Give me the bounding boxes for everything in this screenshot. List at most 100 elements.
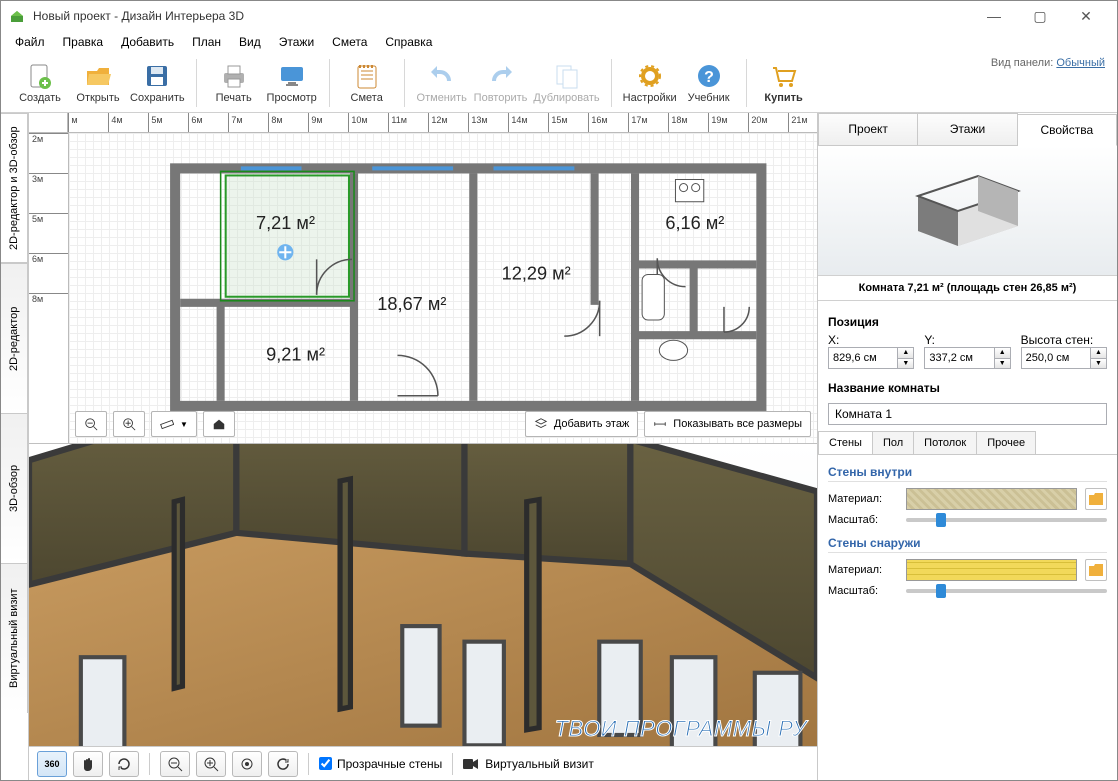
- monitor-icon: [277, 61, 307, 91]
- tab-floors[interactable]: Этажи: [918, 113, 1017, 145]
- home-button[interactable]: [203, 411, 235, 437]
- zoom-in-icon: [203, 756, 219, 772]
- svg-text:?: ?: [704, 69, 714, 86]
- menu-view[interactable]: Вид: [231, 33, 269, 51]
- print-button[interactable]: Печать: [207, 56, 261, 110]
- notepad-icon: [352, 61, 382, 91]
- show-dims-button[interactable]: Показывать все размеры: [644, 411, 811, 437]
- menu-help[interactable]: Справка: [377, 33, 440, 51]
- tutorial-button[interactable]: ?Учебник: [682, 56, 736, 110]
- rotate-icon: [116, 756, 132, 772]
- tab-properties[interactable]: Свойства: [1018, 114, 1117, 146]
- transparent-walls-checkbox[interactable]: Прозрачные стены: [319, 757, 442, 771]
- menubar: Файл Правка Добавить План Вид Этажи Смет…: [1, 31, 1117, 53]
- menu-estimate[interactable]: Смета: [324, 33, 375, 51]
- window-title: Новый проект - Дизайн Интерьера 3D: [33, 9, 971, 23]
- undo-icon: [427, 61, 457, 91]
- menu-floors[interactable]: Этажи: [271, 33, 322, 51]
- vtab-virtual[interactable]: Виртуальный визит: [1, 563, 28, 713]
- virtual-visit-button[interactable]: Виртуальный визит: [463, 757, 594, 771]
- pos-x-input[interactable]: [829, 348, 897, 368]
- minimize-button[interactable]: —: [971, 1, 1017, 31]
- maximize-button[interactable]: ▢: [1017, 1, 1063, 31]
- redo-button[interactable]: Повторить: [473, 56, 529, 110]
- ruler-horizontal: м4м5м6м7м8м9м10м11м12м13м14м15м16м17м18м…: [68, 113, 817, 133]
- outside-material-swatch[interactable]: [906, 559, 1077, 581]
- subtab-ceiling[interactable]: Потолок: [914, 431, 977, 454]
- menu-file[interactable]: Файл: [7, 33, 53, 51]
- home-icon: [212, 417, 226, 431]
- wall-height-input[interactable]: [1022, 348, 1090, 368]
- titlebar: Новый проект - Дизайн Интерьера 3D — ▢ ✕: [1, 1, 1117, 31]
- menu-edit[interactable]: Правка: [55, 33, 112, 51]
- undo-button[interactable]: Отменить: [415, 56, 469, 110]
- subtab-floor[interactable]: Пол: [873, 431, 914, 454]
- properties-panel: Проект Этажи Свойства Комната 7,21 м² (п…: [817, 113, 1117, 780]
- room-area-3: 12,29 м²: [502, 264, 571, 284]
- inside-scale-slider[interactable]: [906, 518, 1107, 522]
- hand-icon: [80, 756, 96, 772]
- open-button[interactable]: Открыть: [71, 56, 125, 110]
- zoom-in-button[interactable]: [113, 411, 145, 437]
- ruler-icon: [160, 417, 174, 431]
- settings-button[interactable]: Настройки: [622, 56, 678, 110]
- tab-project[interactable]: Проект: [818, 113, 918, 145]
- viewport-3d[interactable]: ТВОИ ПРОГРАММЫ РУ: [29, 443, 817, 746]
- save-button[interactable]: Сохранить: [129, 56, 186, 110]
- toolbar: Вид панели: Обычный Создать Открыть Сохр…: [1, 53, 1117, 113]
- room-area-1: 7,21 м²: [256, 213, 315, 233]
- zoom-out-button[interactable]: [75, 411, 107, 437]
- vtab-3d[interactable]: 3D-обзор: [1, 413, 28, 563]
- vtab-2d-3d[interactable]: 2D-редактор и 3D-обзор: [1, 113, 28, 263]
- position-heading: Позиция: [828, 315, 1107, 329]
- help-icon: ?: [694, 61, 724, 91]
- target-icon: [239, 756, 255, 772]
- subtab-other[interactable]: Прочее: [977, 431, 1036, 454]
- buy-button[interactable]: Купить: [757, 56, 811, 110]
- spin-up[interactable]: ▲: [898, 348, 913, 359]
- close-button[interactable]: ✕: [1063, 1, 1109, 31]
- zoom-in-3d-button[interactable]: [196, 751, 226, 777]
- zoom-out-3d-button[interactable]: [160, 751, 190, 777]
- room-name-input[interactable]: [828, 403, 1107, 425]
- orbit-360-button[interactable]: 360: [37, 751, 67, 777]
- folder-open-icon: [83, 61, 113, 91]
- outside-material-browse[interactable]: [1085, 559, 1107, 581]
- measure-button[interactable]: ▼: [151, 411, 197, 437]
- folder-icon: [1089, 564, 1103, 576]
- pan-button[interactable]: [73, 751, 103, 777]
- pos-y-input[interactable]: [925, 348, 993, 368]
- subtab-walls[interactable]: Стены: [818, 431, 873, 454]
- floppy-save-icon: [142, 61, 172, 91]
- inside-material-browse[interactable]: [1085, 488, 1107, 510]
- zoom-in-icon: [122, 417, 136, 431]
- duplicate-button[interactable]: Дублировать: [532, 56, 600, 110]
- room-name-heading: Название комнаты: [828, 381, 1107, 395]
- menu-plan[interactable]: План: [184, 33, 229, 51]
- outside-scale-slider[interactable]: [906, 589, 1107, 593]
- duplicate-icon: [552, 61, 582, 91]
- inside-material-swatch[interactable]: [906, 488, 1077, 510]
- add-floor-button[interactable]: Добавить этаж: [525, 411, 638, 437]
- room-area-2: 6,16 м²: [665, 213, 724, 233]
- zoom-out-icon: [84, 417, 98, 431]
- app-icon: [9, 8, 25, 24]
- gear-icon: [635, 61, 665, 91]
- room-summary: Комната 7,21 м² (площадь стен 26,85 м²): [818, 276, 1117, 301]
- orbit-button[interactable]: [109, 751, 139, 777]
- preview-button[interactable]: Просмотр: [265, 56, 319, 110]
- create-button[interactable]: Создать: [13, 56, 67, 110]
- panel-mode-hint: Вид панели: Обычный: [991, 57, 1105, 69]
- folder-icon: [1089, 493, 1103, 505]
- refresh-icon: [275, 756, 291, 772]
- estimate-button[interactable]: Смета: [340, 56, 394, 110]
- walls-inside-heading: Стены внутри: [828, 465, 1107, 482]
- floorplan-canvas[interactable]: 7,21 м² 6,16 м² 12,29 м² 18,67 м² 9,21 м…: [69, 133, 817, 443]
- vtab-2d[interactable]: 2D-редактор: [1, 263, 28, 413]
- panel-mode-link[interactable]: Обычный: [1056, 57, 1105, 69]
- fit-button[interactable]: [232, 751, 262, 777]
- walls-outside-heading: Стены снаружи: [828, 536, 1107, 553]
- spin-down[interactable]: ▼: [898, 359, 913, 369]
- reset-button[interactable]: [268, 751, 298, 777]
- menu-add[interactable]: Добавить: [113, 33, 182, 51]
